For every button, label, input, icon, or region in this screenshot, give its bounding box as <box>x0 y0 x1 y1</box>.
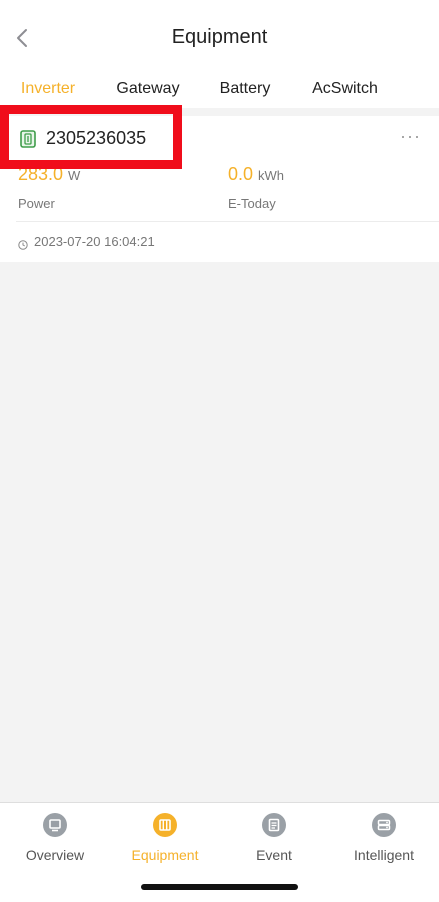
tab-acswitch[interactable]: AcSwitch <box>304 80 386 108</box>
nav-equipment[interactable]: Equipment <box>110 813 220 873</box>
last-update-time: 2023-07-20 16:04:21 <box>34 234 155 249</box>
power-unit: W <box>68 168 81 183</box>
page-title: Equipment <box>171 26 268 48</box>
intelligent-icon <box>372 813 396 837</box>
energy-today-label: E-Today <box>228 196 276 211</box>
equipment-icon <box>153 813 177 837</box>
nav-event[interactable]: Event <box>219 813 329 873</box>
clock-icon <box>18 237 28 250</box>
header-bar: Equipment <box>0 0 439 72</box>
power-value: 283.0 <box>18 164 64 184</box>
tab-inverter[interactable]: Inverter <box>10 80 86 108</box>
nav-intelligent[interactable]: Intelligent <box>329 813 439 873</box>
home-indicator[interactable] <box>141 884 298 890</box>
energy-today-value: 0.0 <box>228 164 254 184</box>
power-label: Power <box>18 196 55 211</box>
more-options-button[interactable]: ··· <box>400 126 421 147</box>
tab-bar: Inverter Gateway Battery AcSwitch <box>0 72 439 108</box>
nav-intelligent-label: Intelligent <box>354 847 414 863</box>
energy-today-unit: kWh <box>258 168 284 183</box>
nav-overview-label: Overview <box>25 847 85 863</box>
tab-battery[interactable]: Battery <box>210 80 280 108</box>
inverter-status-icon <box>20 130 36 148</box>
device-serial: 2305236035 <box>46 128 147 148</box>
event-icon <box>262 813 286 837</box>
nav-overview[interactable]: Overview <box>0 813 110 873</box>
device-card[interactable]: 2305236035 ··· 283.0 W 0.0 kWh Power E-T… <box>0 116 439 262</box>
tab-gateway[interactable]: Gateway <box>110 80 186 108</box>
card-divider <box>16 221 439 222</box>
overview-icon <box>43 813 67 837</box>
nav-equipment-label: Equipment <box>131 847 199 863</box>
active-tab-indicator <box>0 106 96 108</box>
nav-event-label: Event <box>256 847 292 863</box>
